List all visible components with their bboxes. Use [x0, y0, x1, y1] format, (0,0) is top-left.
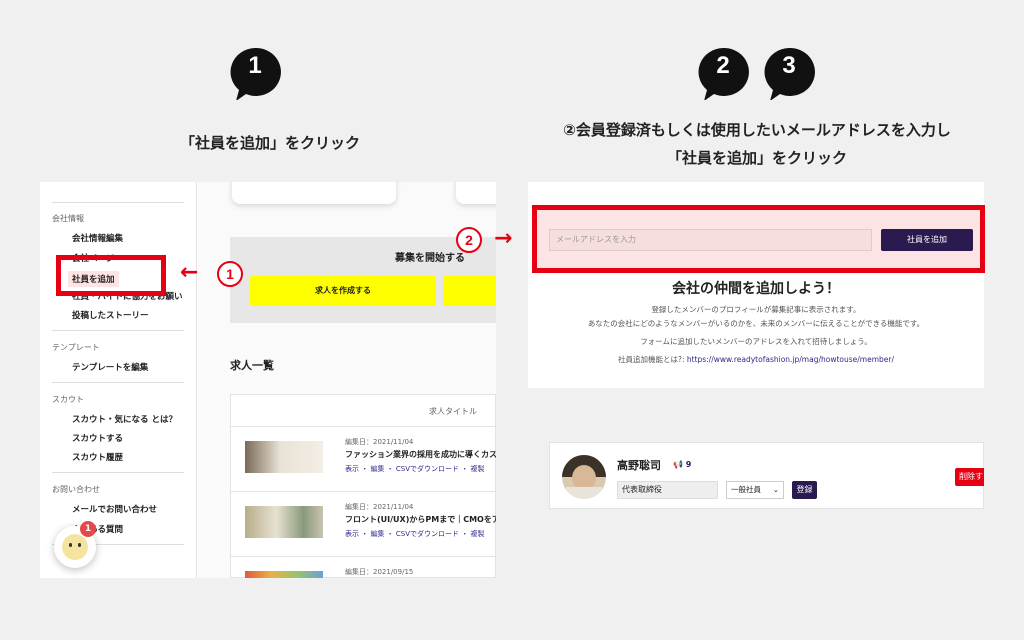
member-name: 高野聡司	[617, 459, 661, 472]
job-list-title: 求人一覧	[230, 359, 274, 372]
sidebar-divider	[52, 202, 184, 203]
sidebar-divider	[52, 382, 184, 383]
row-date: 編集日：2021/11/04	[345, 503, 414, 511]
row-actions[interactable]: 表示 ・ 編集 ・ CSVでダウンロード ・ 複製	[345, 464, 484, 474]
row-actions[interactable]: 表示 ・ 編集 ・ CSVでダウンロード ・ 複製	[345, 529, 484, 539]
row-title[interactable]: フロント(UI/UX)からPMまで｜CMOをア	[345, 514, 496, 525]
promo-link-prefix: 社員追加機能とは?:	[617, 355, 687, 364]
job-list-header: 求人タイトル	[231, 395, 496, 427]
callout-number-1: 1	[217, 261, 243, 287]
job-thumbnail	[245, 441, 323, 473]
step-1-number: 1	[248, 52, 262, 79]
stat-card	[456, 182, 496, 204]
member-type-value: 一般社員	[731, 485, 761, 494]
sidebar-section-scout: スカウト	[52, 395, 84, 404]
promo-text-line1: 登録したメンバーのプロフィールが募集記事に表示されます。	[651, 305, 861, 314]
table-row[interactable]: 編集日：2021/11/04 フロント(UI/UX)からPMまで｜CMOをア 表…	[231, 492, 496, 557]
member-role-field[interactable]: 代表取締役	[617, 481, 718, 499]
row-title[interactable]: ファッション業界の採用を成功に導くカス	[345, 449, 496, 460]
member-count-value: 9	[685, 460, 692, 469]
step-2-bubble: 2	[696, 46, 750, 100]
dashboard-screenshot-left: 会社情報 会社情報編集 会社ページ 社員を追加 社員・バイトに協力をお願い 投稿…	[40, 182, 496, 578]
delete-button[interactable]: 削除す	[955, 468, 984, 486]
promo-link-line: 社員追加機能とは?: https://www.readytofashion.jp…	[528, 354, 984, 365]
callout-number-2: 2	[456, 227, 482, 253]
step-3-bubble: 3	[762, 46, 816, 100]
main-content: 募集を開始する 求人を作成する 求人一覧 求人タイトル 編集日：2021/11/…	[198, 182, 496, 578]
member-card: 高野聡司 📢 9 代表取締役 一般社員 ⌄ 登録	[549, 442, 984, 509]
sidebar-item-posted-stories[interactable]: 投稿したストーリー	[72, 309, 149, 321]
chat-notification-badge: 1	[80, 521, 96, 537]
recruit-box: 募集を開始する 求人を作成する	[230, 237, 496, 323]
member-type-select[interactable]: 一般社員 ⌄	[726, 481, 784, 499]
sidebar-section-company: 会社情報	[52, 214, 84, 223]
job-list-table: 求人タイトル 編集日：2021/11/04 ファッション業界の採用を成功に導くカ…	[230, 394, 496, 578]
sidebar-item-scout[interactable]: スカウトする	[72, 432, 123, 444]
sidebar: 会社情報 会社情報編集 会社ページ 社員を追加 社員・バイトに協力をお願い 投稿…	[40, 182, 197, 578]
chevron-down-icon: ⌄	[772, 485, 779, 494]
job-thumbnail	[245, 506, 323, 538]
megaphone-icon: 📢	[673, 460, 683, 469]
sidebar-section-template: テンプレート	[52, 343, 100, 352]
callout-arrow-left: ←	[180, 260, 199, 285]
sidebar-item-scout-about[interactable]: スカウト・気になる とは？	[72, 413, 177, 425]
job-thumbnail	[245, 571, 323, 578]
row-date: 編集日：2021/11/04	[345, 438, 414, 446]
promo-title: 会社の仲間を追加しよう！	[672, 281, 840, 297]
member-announce-count: 📢 9	[673, 460, 691, 469]
callout-arrow-right: →	[494, 226, 513, 251]
create-job-button[interactable]: 求人を作成する	[250, 276, 436, 306]
yellow-button-secondary[interactable]	[443, 276, 496, 306]
table-row[interactable]: 編集日：2021/09/15	[231, 557, 496, 578]
step-23-instruction-line2: 「社員を追加」をクリック	[666, 149, 847, 167]
row-date: 編集日：2021/09/15	[345, 568, 414, 576]
sidebar-item-email-contact[interactable]: メールでお問い合わせ	[72, 503, 157, 515]
highlight-email-form	[532, 205, 985, 273]
table-row[interactable]: 編集日：2021/11/04 ファッション業界の採用を成功に導くカス 表示 ・ …	[231, 427, 496, 492]
sidebar-item-scout-history[interactable]: スカウト履歴	[72, 451, 123, 463]
register-button[interactable]: 登録	[792, 481, 817, 499]
sidebar-item-edit-template[interactable]: テンプレートを編集	[72, 361, 148, 373]
recruit-title: 募集を開始する	[395, 253, 465, 264]
step-1-bubble: 1	[228, 46, 282, 100]
sidebar-divider	[52, 472, 184, 473]
promo-text-line3: フォームに追加したいメンバーのアドレスを入れて招待しましょう。	[640, 337, 872, 346]
sidebar-divider	[52, 330, 184, 331]
chat-mascot-icon	[62, 534, 88, 560]
sidebar-section-contact: お問い合わせ	[52, 485, 100, 494]
stat-card	[232, 182, 396, 204]
highlight-add-employee	[56, 255, 166, 296]
member-feature-link[interactable]: https://www.readytofashion.jp/mag/howtou…	[687, 355, 894, 364]
avatar	[562, 455, 606, 499]
step-1-instruction: 「社員を追加」をクリック	[179, 134, 360, 152]
job-title-column-header: 求人タイトル	[429, 407, 477, 416]
promo-text-line2: あなたの会社にどのようなメンバーがいるのかを、未来のメンバーに伝えることができる…	[587, 319, 925, 328]
step-2-number: 2	[716, 52, 730, 79]
step-3-number: 3	[782, 52, 796, 79]
step-23-instruction-line1: ②会員登録済もしくは使用したいメールアドレスを入力し	[563, 121, 951, 139]
sidebar-item-company-edit[interactable]: 会社情報編集	[72, 232, 123, 244]
